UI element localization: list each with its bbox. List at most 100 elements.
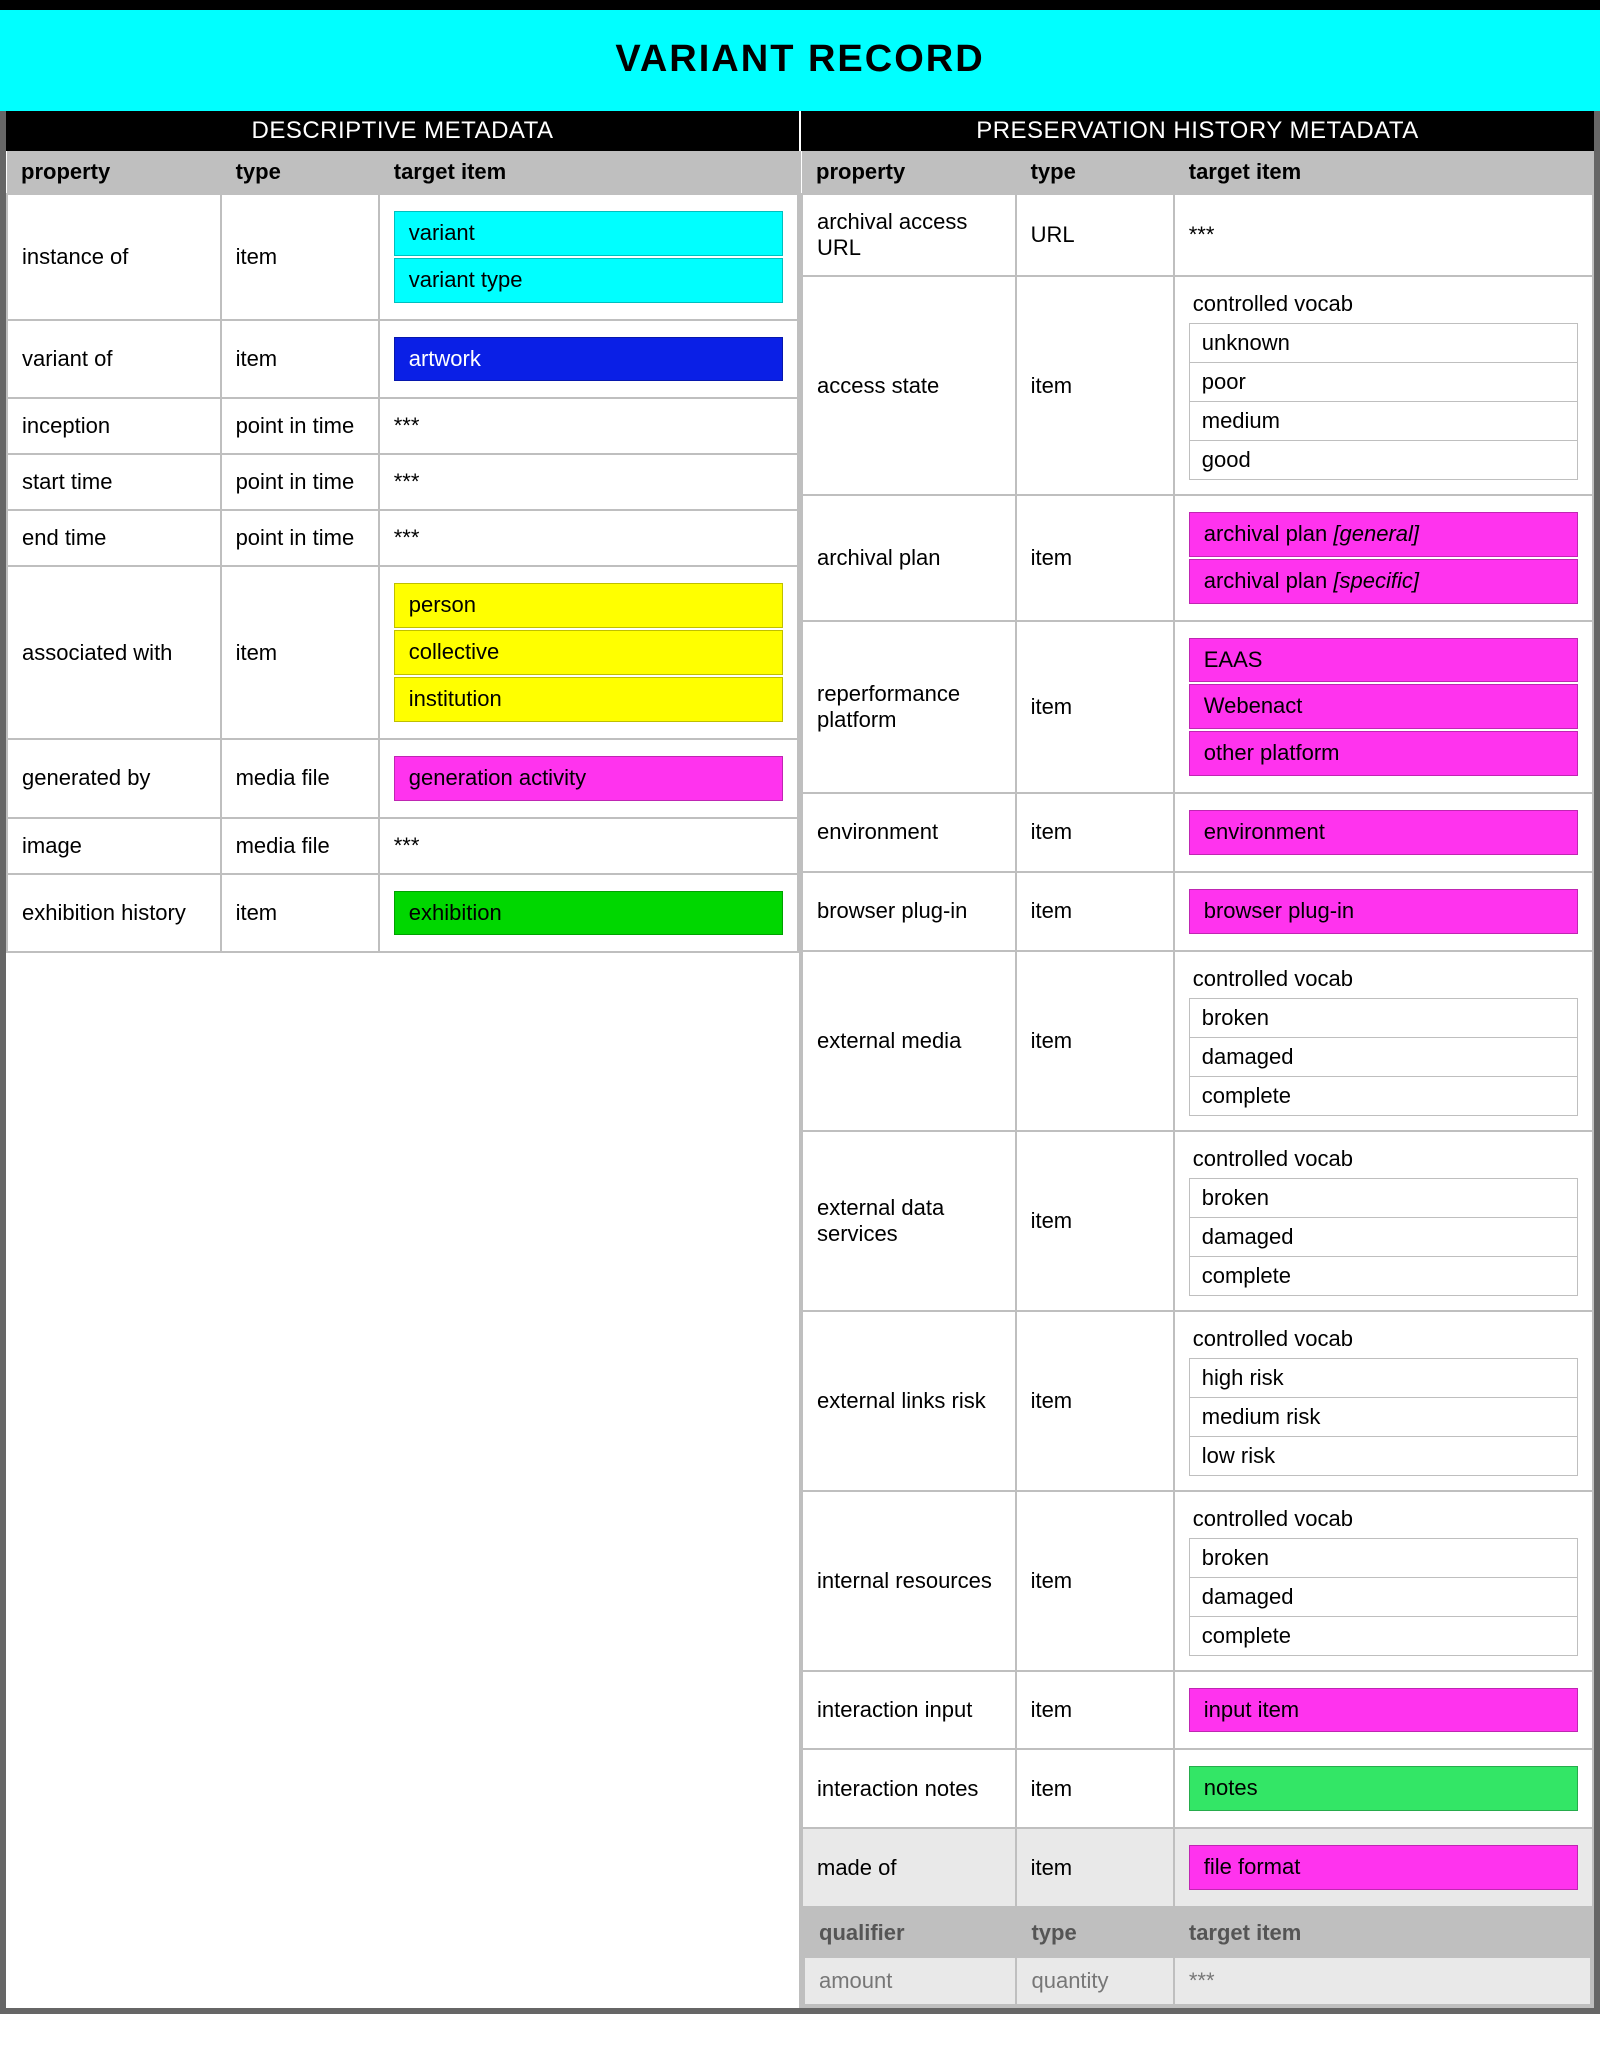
cell-target: environment bbox=[1174, 793, 1593, 872]
cell-target: *** bbox=[379, 818, 798, 874]
target-tag: Webenact bbox=[1189, 684, 1578, 729]
top-black-bar bbox=[0, 0, 1600, 10]
cell-type: item bbox=[1016, 495, 1174, 621]
table-row: variant ofitemartwork bbox=[7, 320, 798, 399]
controlled-vocab-list: brokendamagedcomplete bbox=[1189, 1178, 1578, 1296]
target-stack: generation activity bbox=[394, 754, 783, 803]
vocab-item: damaged bbox=[1190, 1578, 1577, 1617]
preservation-header: PRESERVATION HISTORY METADATA bbox=[799, 111, 1594, 151]
cell-property: generated by bbox=[7, 739, 221, 818]
cell-type: media file bbox=[221, 739, 379, 818]
controlled-vocab-list: high riskmedium risklow risk bbox=[1189, 1358, 1578, 1476]
qual-header-target: target item bbox=[1174, 1909, 1591, 1957]
target-tag: browser plug-in bbox=[1189, 889, 1578, 934]
cell-type: item bbox=[1016, 1131, 1174, 1311]
cell-type: item bbox=[1016, 276, 1174, 495]
target-stack: environment bbox=[1189, 808, 1578, 857]
tables-container: property type target item instance ofite… bbox=[6, 151, 1594, 2008]
table-row: start timepoint in time*** bbox=[7, 454, 798, 510]
descriptive-column: property type target item instance ofite… bbox=[6, 151, 799, 2008]
cell-type: item bbox=[1016, 1749, 1174, 1828]
table-row: archival planitemarchival plan [general]… bbox=[802, 495, 1593, 621]
cell-target: *** bbox=[379, 510, 798, 566]
target-stack: EAASWebenactother platform bbox=[1189, 636, 1578, 778]
cell-type: item bbox=[1016, 621, 1174, 793]
table-row: access stateitemcontrolled vocabunknownp… bbox=[802, 276, 1593, 495]
cell-property: variant of bbox=[7, 320, 221, 399]
vocab-item: broken bbox=[1190, 1179, 1577, 1218]
table-row: reperformance platformitemEAASWebenactot… bbox=[802, 621, 1593, 793]
col-type: type bbox=[221, 151, 379, 194]
cell-target: artwork bbox=[379, 320, 798, 399]
table-row: archival access URLURL*** bbox=[802, 194, 1593, 276]
cell-target: *** bbox=[1174, 194, 1593, 276]
table-row: inceptionpoint in time*** bbox=[7, 398, 798, 454]
controlled-vocab-list: brokendamagedcomplete bbox=[1189, 998, 1578, 1116]
col-target: target item bbox=[1174, 151, 1593, 194]
cell-target: input item bbox=[1174, 1671, 1593, 1750]
table-row: interaction inputiteminput item bbox=[802, 1671, 1593, 1750]
qual-cell-property: amount bbox=[804, 1957, 1016, 2005]
qualifier-row: amountquantity*** bbox=[804, 1957, 1591, 2005]
cell-property: made of bbox=[802, 1828, 1016, 1907]
cell-type: media file bbox=[221, 818, 379, 874]
vocab-item: damaged bbox=[1190, 1218, 1577, 1257]
target-tag: notes bbox=[1189, 1766, 1578, 1811]
cell-property: start time bbox=[7, 454, 221, 510]
qualifier-table: qualifiertypetarget itemamountquantity**… bbox=[803, 1908, 1592, 2006]
target-text: *** bbox=[394, 469, 420, 494]
table-row: imagemedia file *** bbox=[7, 818, 798, 874]
target-stack: personcollectiveinstitution bbox=[394, 581, 783, 723]
cell-type: item bbox=[1016, 793, 1174, 872]
controlled-vocab-label: controlled vocab bbox=[1189, 1326, 1578, 1358]
table-row: environmentitemenvironment bbox=[802, 793, 1593, 872]
target-tag: person bbox=[394, 583, 783, 628]
cell-target: controlled vocabbrokendamagedcomplete bbox=[1174, 951, 1593, 1131]
cell-type: item bbox=[221, 320, 379, 399]
qual-cell-type: quantity bbox=[1016, 1957, 1173, 2005]
section-headers: DESCRIPTIVE METADATA PRESERVATION HISTOR… bbox=[6, 111, 1594, 151]
cell-property: internal resources bbox=[802, 1491, 1016, 1671]
vocab-item: damaged bbox=[1190, 1038, 1577, 1077]
vocab-item: medium risk bbox=[1190, 1398, 1577, 1437]
cell-target: variantvariant type bbox=[379, 194, 798, 320]
cell-target: controlled vocabbrokendamagedcomplete bbox=[1174, 1491, 1593, 1671]
target-tag: environment bbox=[1189, 810, 1578, 855]
variant-record-page: VARIANT RECORD DESCRIPTIVE METADATA PRES… bbox=[0, 0, 1600, 2014]
target-tag: collective bbox=[394, 630, 783, 675]
vocab-item: complete bbox=[1190, 1077, 1577, 1115]
target-text: *** bbox=[394, 833, 420, 858]
target-tag: generation activity bbox=[394, 756, 783, 801]
cell-target: *** bbox=[379, 398, 798, 454]
cell-type: item bbox=[221, 874, 379, 953]
target-stack: notes bbox=[1189, 1764, 1578, 1813]
qual-header-type: type bbox=[1016, 1909, 1173, 1957]
target-tag: variant bbox=[394, 211, 783, 256]
descriptive-table: property type target item instance ofite… bbox=[6, 151, 799, 953]
cell-property: associated with bbox=[7, 566, 221, 738]
vocab-item: complete bbox=[1190, 1617, 1577, 1655]
target-tag: EAAS bbox=[1189, 638, 1578, 683]
table-row: exhibition historyitemexhibition bbox=[7, 874, 798, 953]
target-tag: file format bbox=[1189, 1845, 1578, 1890]
cell-target: browser plug-in bbox=[1174, 872, 1593, 951]
preservation-table: property type target item archival acces… bbox=[801, 151, 1594, 2008]
cell-property: image bbox=[7, 818, 221, 874]
target-tag: archival plan [specific] bbox=[1189, 559, 1578, 604]
cell-property: end time bbox=[7, 510, 221, 566]
vocab-item: unknown bbox=[1190, 324, 1577, 363]
cell-property: inception bbox=[7, 398, 221, 454]
cell-property: archival plan bbox=[802, 495, 1016, 621]
table-row: external data servicesitemcontrolled voc… bbox=[802, 1131, 1593, 1311]
table-row: external links riskitemcontrolled vocabh… bbox=[802, 1311, 1593, 1491]
controlled-vocab-label: controlled vocab bbox=[1189, 1506, 1578, 1538]
descriptive-spacer bbox=[6, 953, 799, 2008]
target-text: *** bbox=[394, 413, 420, 438]
target-tag: input item bbox=[1189, 1688, 1578, 1733]
col-property: property bbox=[7, 151, 221, 194]
target-tag: variant type bbox=[394, 258, 783, 303]
page-title: VARIANT RECORD bbox=[0, 38, 1600, 81]
target-text: *** bbox=[394, 525, 420, 550]
cell-target: controlled vocabunknownpoormediumgood bbox=[1174, 276, 1593, 495]
table-row: generated bymedia file generation activit… bbox=[7, 739, 798, 818]
